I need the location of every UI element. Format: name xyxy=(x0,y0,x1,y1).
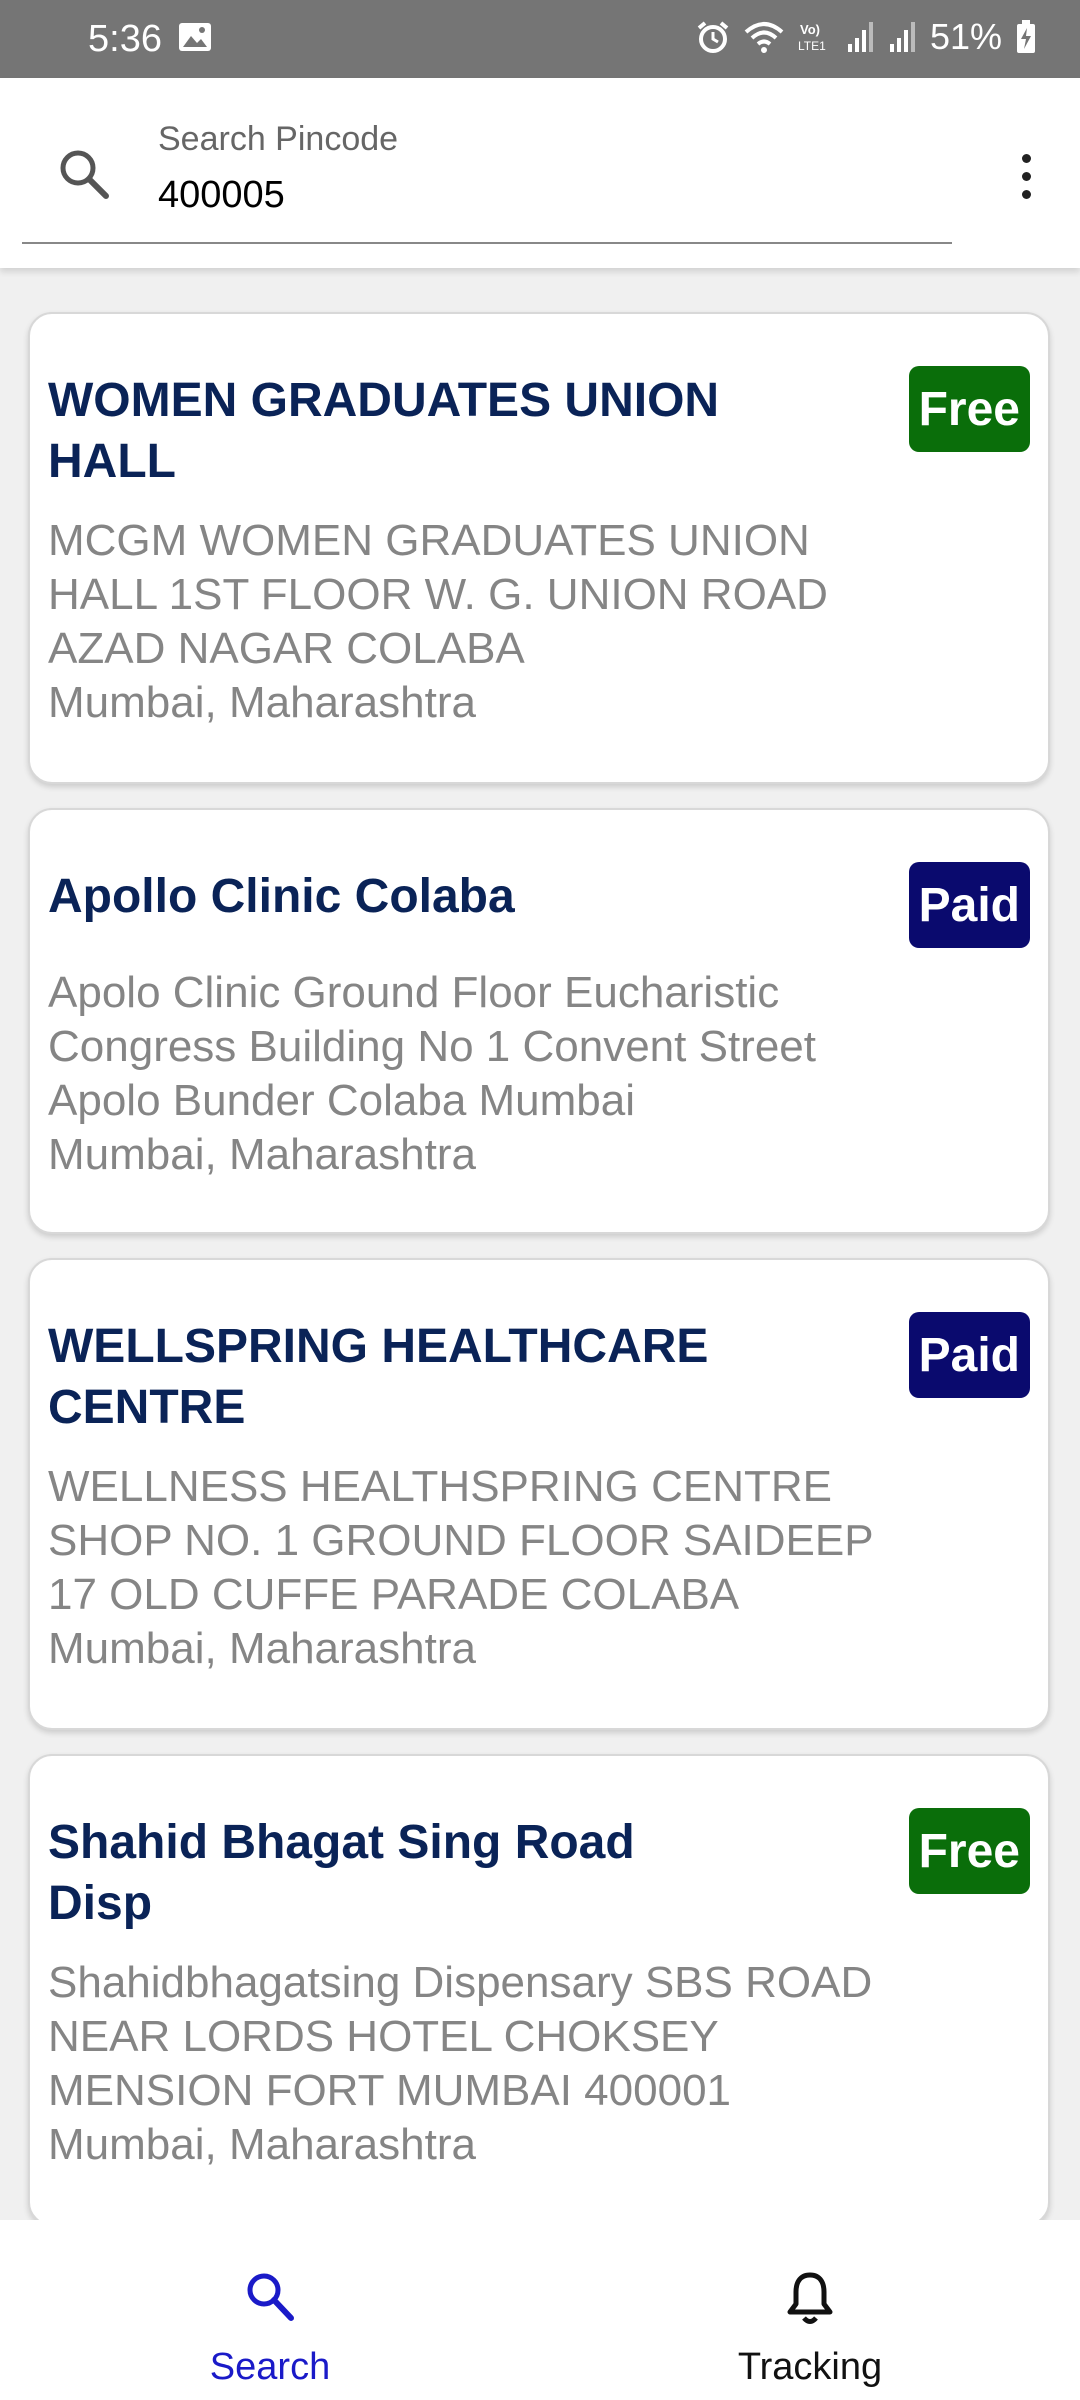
search-icon xyxy=(60,150,109,199)
centre-card[interactable]: Apollo Clinic Colaba Paid Apolo Clinic G… xyxy=(28,808,1050,1234)
nav-item-search[interactable]: Search xyxy=(0,2220,540,2400)
battery-charging-icon xyxy=(1017,20,1035,53)
nav-label-search: Search xyxy=(209,2346,331,2388)
centre-city: Mumbai, Maharashtra xyxy=(48,1624,476,1673)
centre-city: Mumbai, Maharashtra xyxy=(48,678,476,727)
search-icon xyxy=(247,2273,294,2321)
volte-icon: Vo) LTE1 xyxy=(798,22,826,53)
centre-address: Apolo Clinic Ground Floor Eucharistic Co… xyxy=(48,968,816,1125)
centre-name: Shahid Bhagat Sing Road Disp xyxy=(48,1816,635,1930)
signal-icon xyxy=(847,22,873,52)
search-header: Search Pincode xyxy=(0,78,1080,268)
wifi-icon xyxy=(744,22,784,53)
bottom-navigation: Search Tracking xyxy=(0,2220,1080,2400)
search-input[interactable] xyxy=(158,170,918,220)
centre-address: MCGM WOMEN GRADUATES UNION HALL 1ST FLOO… xyxy=(48,516,828,673)
nav-label-tracking: Tracking xyxy=(737,2346,883,2388)
alarm-icon xyxy=(697,21,729,53)
nav-item-tracking[interactable]: Tracking xyxy=(540,2220,1080,2400)
centre-card[interactable]: Shahid Bhagat Sing Road Disp Free Shahid… xyxy=(28,1754,1050,2220)
status-bar: 5:36 Vo) LTE1 51% xyxy=(0,0,1080,78)
centre-name: Apollo Clinic Colaba xyxy=(48,870,515,923)
paid-badge: Paid xyxy=(908,1312,1030,1398)
more-vert-icon[interactable] xyxy=(1010,150,1042,206)
svg-text:LTE1: LTE1 xyxy=(798,39,826,53)
centre-address: Shahidbhagatsing Dispensary SBS ROAD NEA… xyxy=(48,1958,873,2115)
centre-address: WELLNESS HEALTHSPRING CENTRE SHOP NO. 1 … xyxy=(48,1462,873,1619)
status-time: 5:36 xyxy=(88,18,162,60)
gallery-icon xyxy=(179,23,211,51)
centre-card[interactable]: WOMEN GRADUATES UNION HALL Free MCGM WOM… xyxy=(28,312,1050,784)
bell-icon xyxy=(787,2272,833,2324)
centre-list[interactable]: WOMEN GRADUATES UNION HALL Free MCGM WOM… xyxy=(0,268,1080,2220)
centre-city: Mumbai, Maharashtra xyxy=(48,2120,476,2169)
centre-card[interactable]: WELLSPRING HEALTHCARE CENTRE Paid WELLNE… xyxy=(28,1258,1050,1730)
centre-city: Mumbai, Maharashtra xyxy=(48,1130,476,1179)
search-label: Search Pincode xyxy=(158,120,399,158)
svg-text:Vo): Vo) xyxy=(800,22,820,37)
paid-badge: Paid xyxy=(908,862,1030,948)
free-badge: Free xyxy=(908,366,1030,452)
centre-name: WOMEN GRADUATES UNION HALL xyxy=(48,374,720,488)
battery-percent: 51% xyxy=(929,16,1002,57)
search-underline xyxy=(22,242,952,244)
signal-icon xyxy=(889,22,915,52)
centre-name: WELLSPRING HEALTHCARE CENTRE xyxy=(48,1320,709,1434)
free-badge: Free xyxy=(908,1808,1030,1894)
